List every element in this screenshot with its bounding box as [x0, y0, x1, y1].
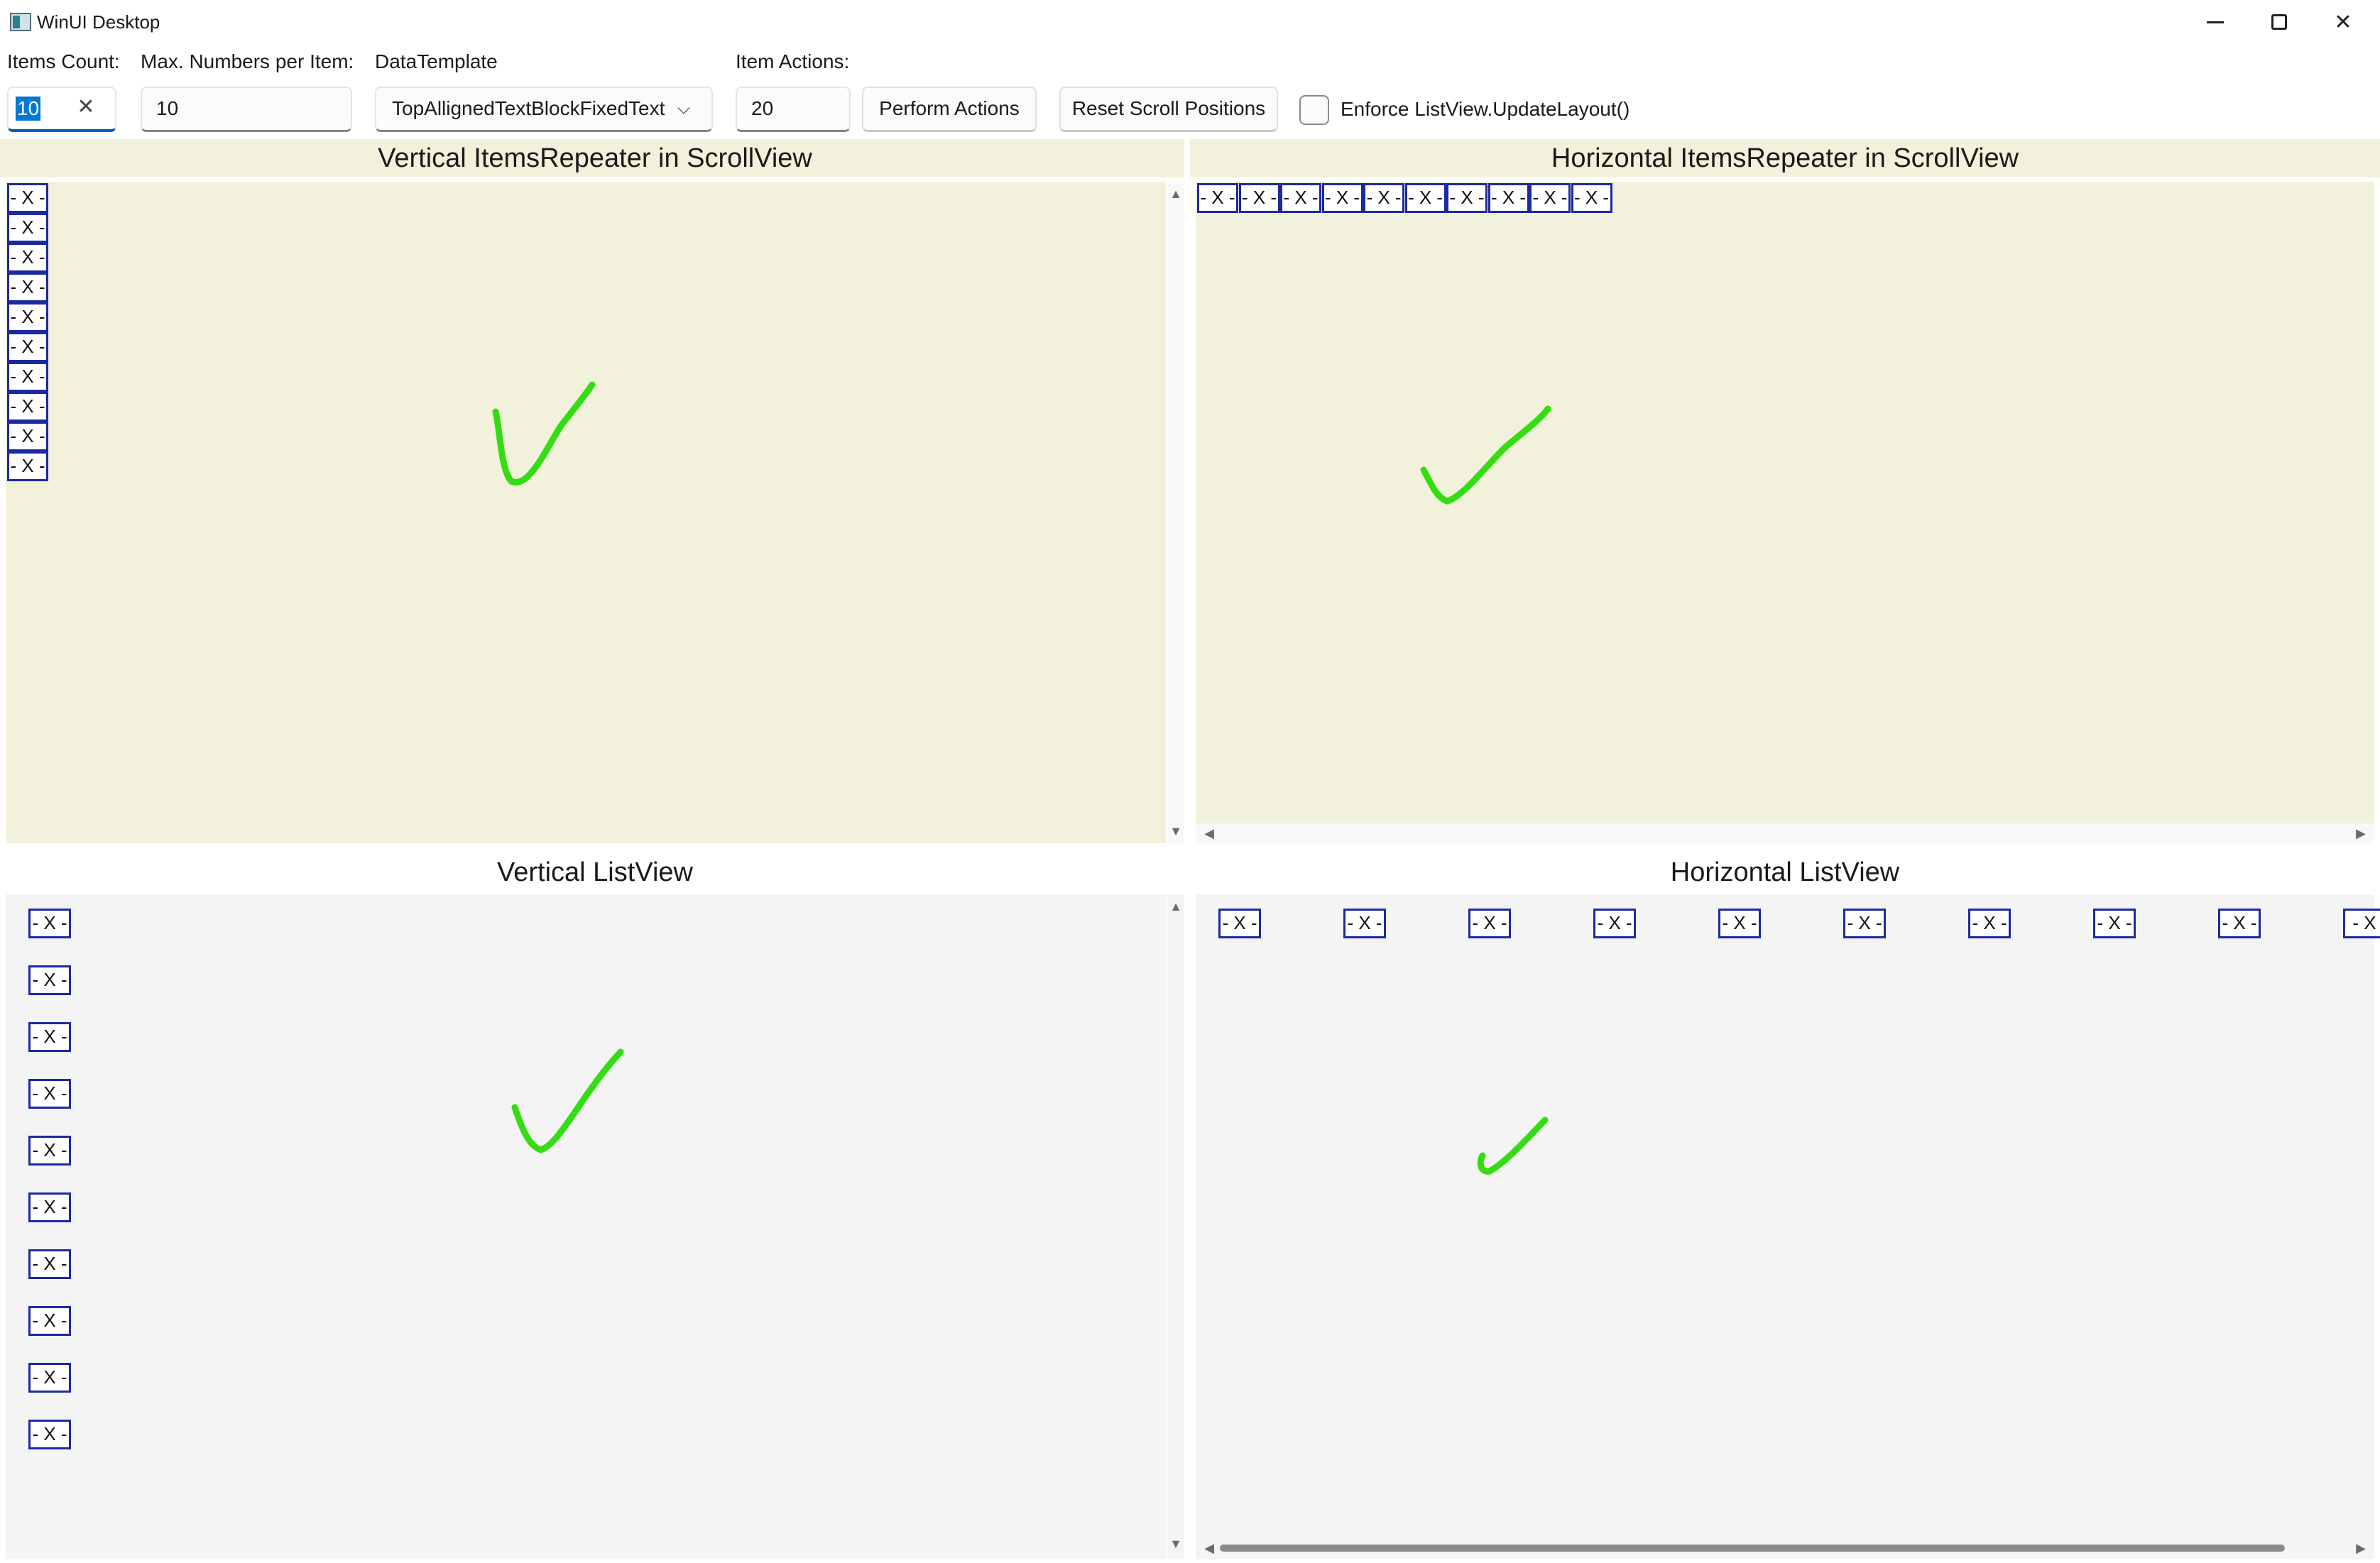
check-mark-icon: [1420, 405, 1551, 505]
check-mark-icon: [511, 1048, 624, 1153]
annotation-overlay: [492, 381, 1551, 1175]
check-mark-icon: [1477, 1117, 1549, 1175]
check-mark-icon: [492, 381, 596, 486]
